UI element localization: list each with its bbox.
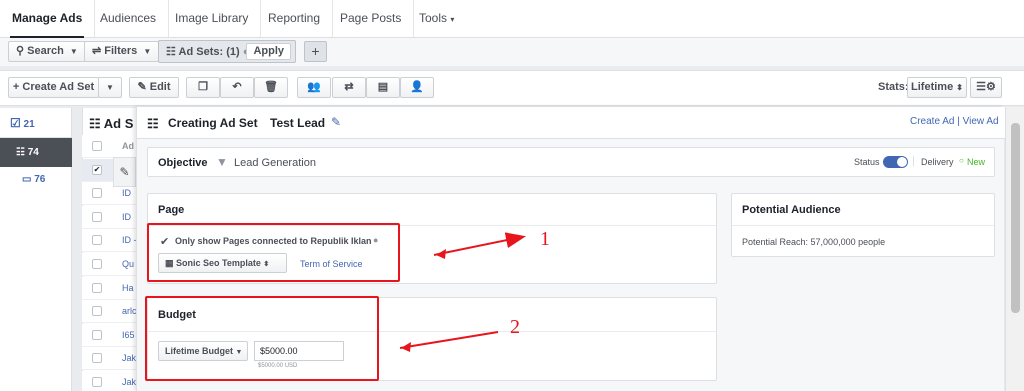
annotation-arrow-1 [433,232,526,256]
annotation-label-2: 2 [510,316,520,338]
annotation-arrow-2 [399,331,499,349]
annotation-label-1: 1 [540,228,550,250]
